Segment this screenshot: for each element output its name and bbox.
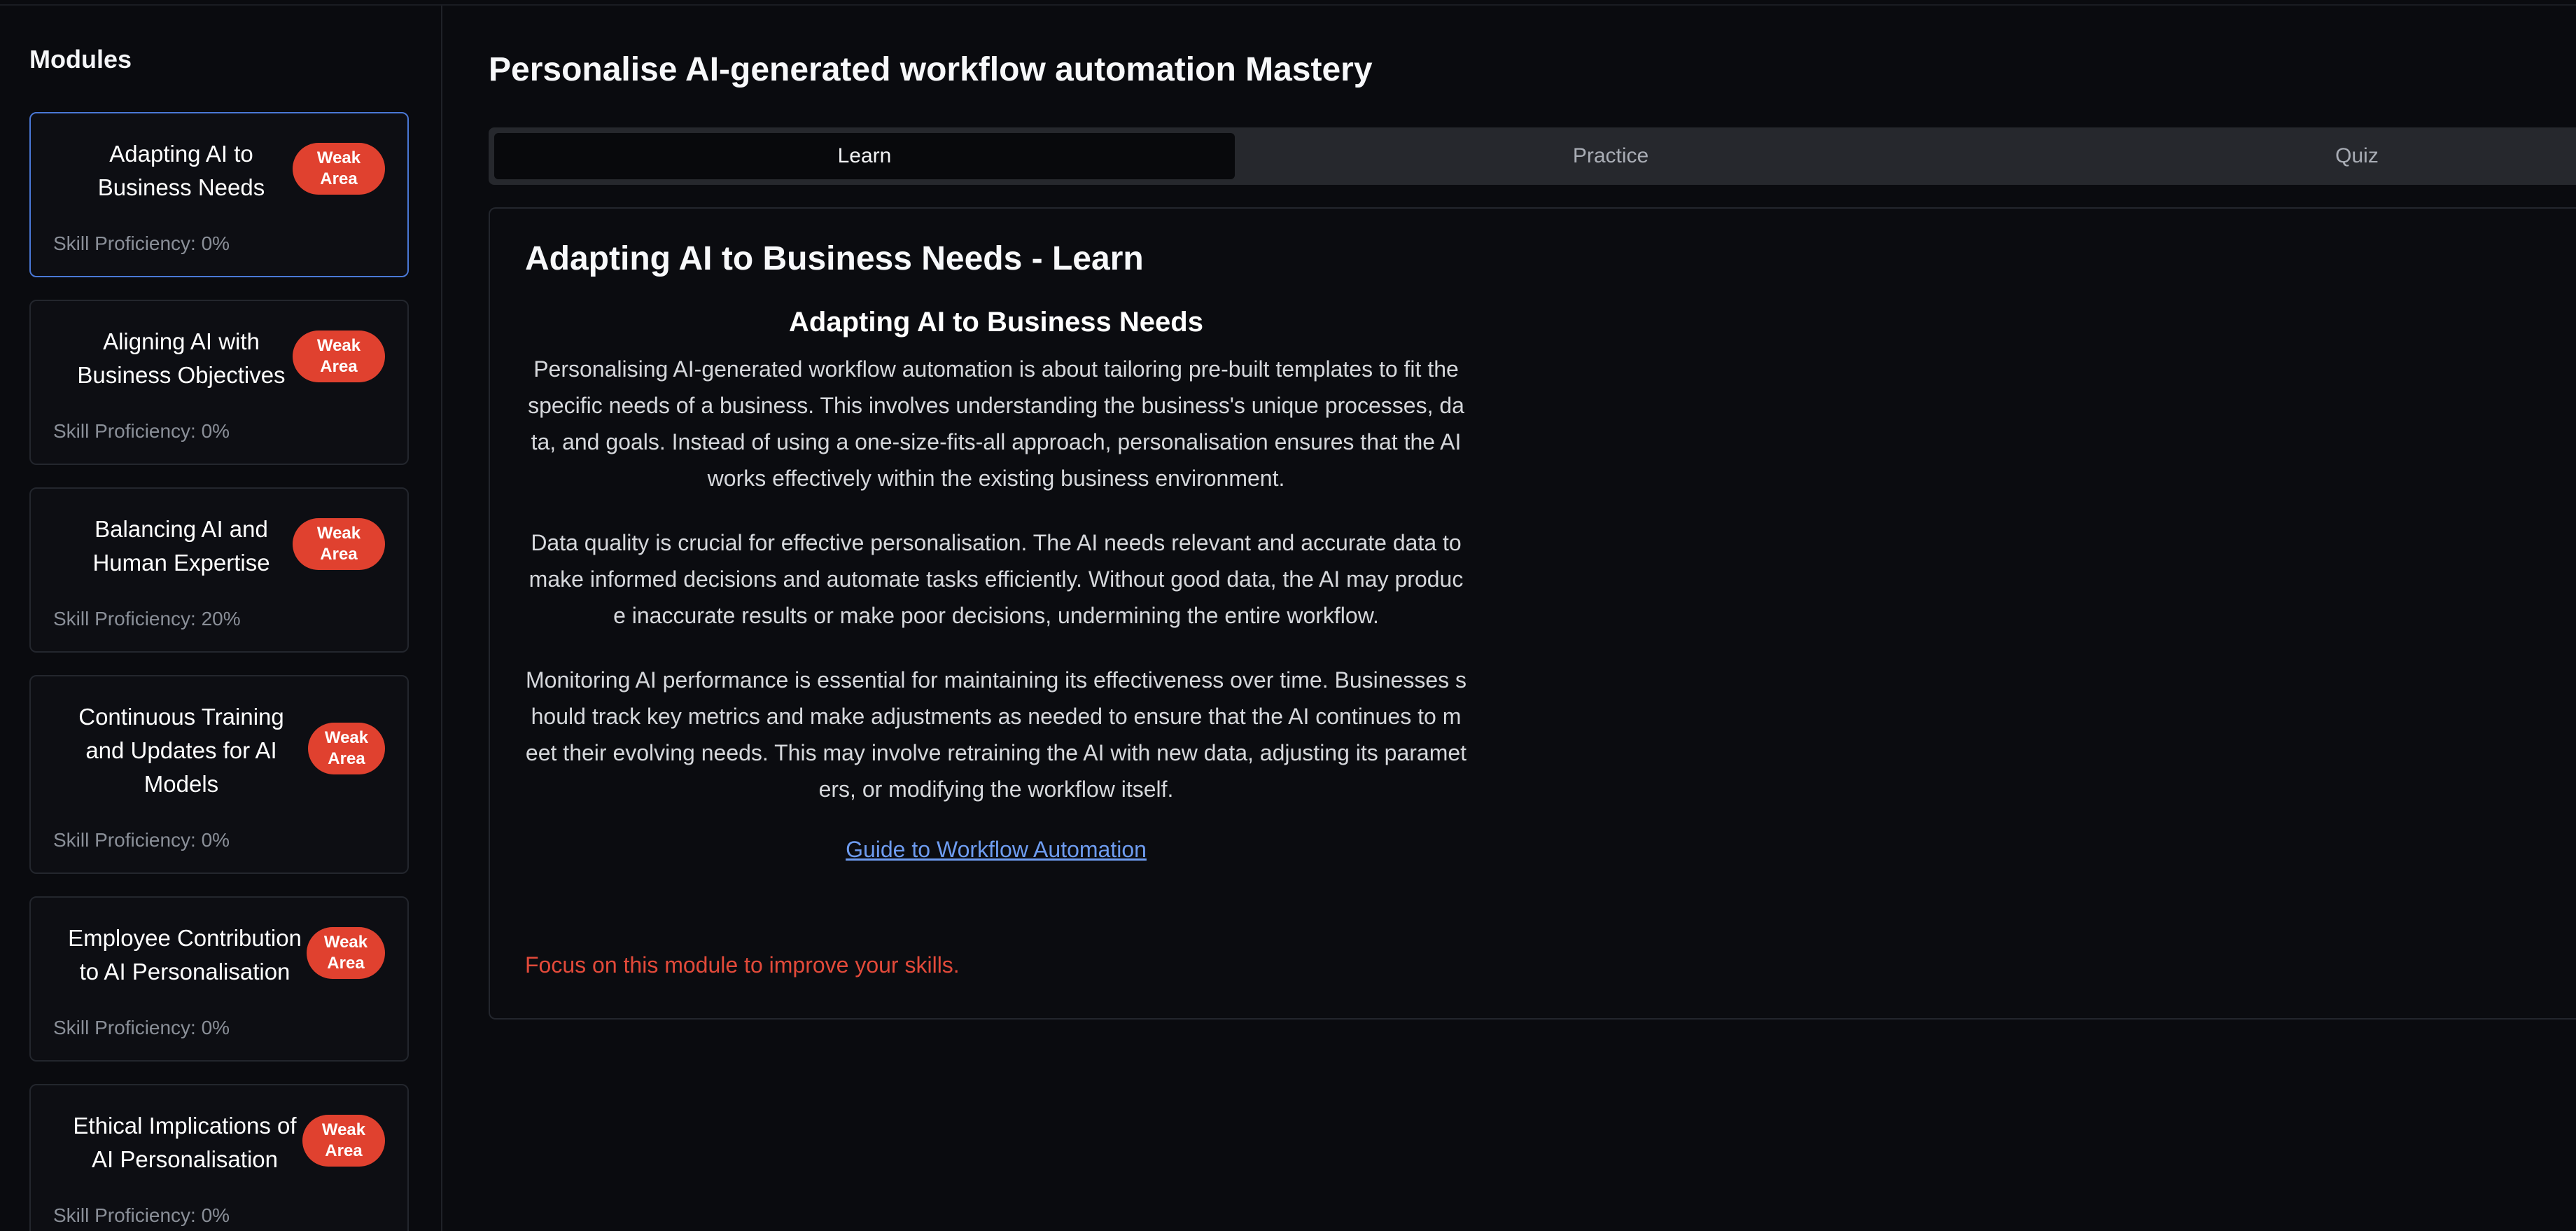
skill-proficiency: Skill Proficiency: 0% [53,1017,230,1038]
module-card-adapting-ai[interactable]: Adapting AI to Business Needs Weak Area S… [29,112,409,277]
module-title: Continuous Training and Updates for AI M… [78,704,284,797]
tab-quiz[interactable]: Quiz [1987,133,2576,179]
module-title: Ethical Implications of AI Personalisati… [73,1113,297,1172]
weak-area-badge: Weak Area [293,331,385,382]
module-title: Adapting AI to Business Needs [97,141,265,200]
weak-area-badge: Weak Area [308,723,385,774]
learn-content-card: Adapting AI to Business Needs - Learn Ad… [489,207,2576,1020]
weak-area-badge: Weak Area [307,927,385,979]
content-heading: Adapting AI to Business Needs - Learn [525,240,1144,277]
skill-proficiency: Skill Proficiency: 20% [53,608,241,630]
top-divider [0,0,2576,6]
article-title: Adapting AI to Business Needs [789,307,1203,338]
module-card-employee-contribution[interactable]: Employee Contribution to AI Personalisat… [29,896,409,1062]
weak-area-badge: Weak Area [293,143,385,195]
skill-proficiency: Skill Proficiency: 0% [53,232,230,254]
article-paragraph: Personalising AI-generated workflow auto… [528,356,1464,491]
module-title: Aligning AI with Business Objectives [77,328,286,388]
tab-practice[interactable]: Practice [1240,133,1981,179]
weak-area-badge: Weak Area [302,1115,385,1167]
guide-link[interactable]: Guide to Workflow Automation [846,837,1147,863]
module-title: Employee Contribution to AI Personalisat… [68,925,302,985]
skill-proficiency: Skill Proficiency: 0% [53,1204,230,1226]
modules-sidebar: Modules Adapting AI to Business Needs We… [0,6,442,1231]
module-card-continuous-training[interactable]: Continuous Training and Updates for AI M… [29,675,409,874]
article: Adapting AI to Business Needs Personalis… [525,307,1467,863]
sidebar-title: Modules [29,45,132,74]
article-paragraph: Monitoring AI performance is essential f… [525,667,1467,802]
module-card-balancing-ai[interactable]: Balancing AI and Human Expertise Weak Are… [29,487,409,653]
skill-proficiency: Skill Proficiency: 0% [53,829,230,851]
tab-learn[interactable]: Learn [494,133,1235,179]
module-card-aligning-ai[interactable]: Aligning AI with Business Objectives Wea… [29,300,409,465]
module-title: Balancing AI and Human Expertise [92,516,270,576]
page-title: Personalise AI-generated workflow automa… [489,51,1373,88]
module-card-ethical-implications[interactable]: Ethical Implications of AI Personalisati… [29,1084,409,1231]
focus-note: Focus on this module to improve your ski… [525,952,960,978]
mode-tabs: Learn Practice Quiz [489,127,2576,185]
weak-area-badge: Weak Area [293,518,385,570]
article-paragraph: Data quality is crucial for effective pe… [528,530,1464,628]
skill-proficiency: Skill Proficiency: 0% [53,420,230,442]
